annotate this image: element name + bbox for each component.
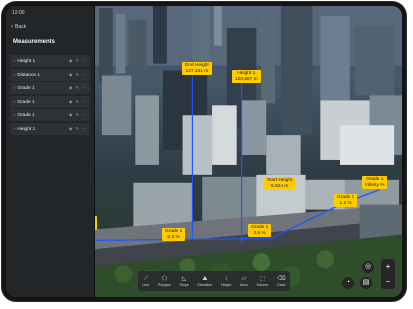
grade-a-title: Grade 1 bbox=[337, 195, 355, 200]
list-item[interactable]: › Grade 1 ◉ ✎ ⋯ bbox=[10, 109, 90, 121]
tool-slope[interactable]: ◺ Slope bbox=[180, 276, 189, 287]
grade-c-value: 0.3 % bbox=[167, 234, 180, 240]
chevron-right-icon: › bbox=[14, 71, 16, 77]
chevron-right-icon: › bbox=[14, 58, 16, 63]
list-item[interactable]: › Grade 1 ◉ ✎ ⋯ bbox=[10, 95, 90, 108]
tool-label: Area bbox=[240, 282, 248, 287]
list-item[interactable]: › Grade 1 ◉ ✎ ⋯ bbox=[10, 82, 90, 94]
compass-button[interactable]: ◔ bbox=[342, 277, 354, 289]
grade-label-c[interactable]: Grade 1 0.3 % bbox=[162, 228, 186, 242]
height-icon: ↕ bbox=[224, 275, 228, 282]
grade-b-value: Infinity % bbox=[365, 182, 385, 188]
tool-label: Elevation bbox=[197, 282, 213, 287]
list-item[interactable]: › Height 1 ◉ ✎ ⋯ bbox=[10, 55, 90, 67]
measurements-panel: 12:00 ‹ Back Measurements › Height 1 ◉ ✎ ⋯ … bbox=[6, 6, 95, 297]
slope-icon: ◺ bbox=[181, 275, 187, 282]
height1-label[interactable]: Height 1 120.667 m bbox=[232, 70, 261, 84]
3d-city-view[interactable]: End Height 127.331 m Height 1 120.667 m … bbox=[94, 6, 402, 297]
chevron-right-icon: › bbox=[14, 85, 16, 90]
chevron-right-icon: › bbox=[14, 98, 16, 104]
tool-clear[interactable]: ⌫ Clear bbox=[277, 276, 286, 287]
back-button[interactable]: ‹ Back bbox=[11, 24, 26, 30]
status-time: 12:00 bbox=[12, 10, 25, 16]
zoom-out-button[interactable]: − bbox=[381, 274, 395, 289]
item-actions-icons[interactable]: ◉ ✎ ⋯ bbox=[69, 109, 87, 121]
grade-c-title: Grade 1 bbox=[165, 229, 183, 234]
list-item[interactable]: › Height 1 ◉ ✎ ⋯ bbox=[10, 122, 90, 135]
item-actions-icons[interactable]: ◉ ✎ ⋯ bbox=[69, 96, 87, 108]
tool-line[interactable]: ⟋ Line bbox=[142, 276, 149, 287]
height1-value: 120.667 m bbox=[235, 76, 258, 82]
tool-height[interactable]: ↕ Height bbox=[221, 276, 231, 287]
measurement-label: Grade 1 bbox=[17, 86, 35, 91]
height1-title: Height 1 bbox=[237, 71, 256, 76]
item-actions-icons[interactable]: ◉ ✎ ⋯ bbox=[69, 82, 87, 94]
measurement-list: › Height 1 ◉ ✎ ⋯ › Distance 1 ◉ ✎ ⋯ › Grade 1… bbox=[10, 55, 90, 136]
grade-label-d[interactable]: Grade 1 2.6 % bbox=[248, 224, 272, 238]
item-actions-icons[interactable]: ◉ ✎ ⋯ bbox=[69, 69, 87, 81]
item-actions-icons[interactable]: ◉ ✎ ⋯ bbox=[69, 55, 87, 67]
city-scene bbox=[94, 6, 402, 297]
tool-volume[interactable]: ⬚ Volume bbox=[256, 276, 268, 287]
elevation-icon: ⛰ bbox=[202, 275, 208, 282]
item-actions-icons[interactable]: ◉ ✎ ⋯ bbox=[69, 123, 87, 135]
screen: End Height 127.331 m Height 1 120.667 m … bbox=[6, 6, 402, 297]
list-item[interactable]: › Distance 1 ◉ ✎ ⋯ bbox=[10, 68, 90, 81]
start-height-value: 6.624 m bbox=[271, 183, 289, 189]
tool-label: Line bbox=[142, 282, 150, 287]
measurement-label: Height 1 bbox=[17, 59, 36, 64]
grade-b-title: Grade 1 bbox=[366, 177, 384, 182]
grade-label-a[interactable]: Grade 1 1.2 % bbox=[334, 194, 358, 208]
end-height-label[interactable]: End Height 127.331 m bbox=[182, 62, 212, 76]
zoom-control: + − bbox=[381, 259, 395, 289]
tool-label: Slope bbox=[179, 282, 189, 287]
chevron-right-icon: › bbox=[14, 125, 16, 131]
tool-area[interactable]: ▱ Area bbox=[240, 276, 248, 287]
measure-toolbar: ⟋ Line ⬠ Polygon ◺ Slope ⛰ Elevation ↕ Height… bbox=[138, 271, 290, 291]
measurement-label: Height 1 bbox=[17, 126, 36, 132]
end-height-title: End Height bbox=[185, 63, 209, 68]
chevron-right-icon: › bbox=[14, 112, 16, 117]
layers-button[interactable]: ▤ bbox=[360, 277, 372, 289]
measurement-label: Distance 1 bbox=[17, 72, 41, 78]
grade-a-value: 1.2 % bbox=[339, 200, 352, 206]
tool-elevation[interactable]: ⛰ Elevation bbox=[197, 276, 212, 287]
grade-d-value: 2.6 % bbox=[253, 230, 266, 236]
polygon-icon: ⬠ bbox=[161, 275, 167, 282]
measurement-label: Grade 1 bbox=[17, 99, 35, 105]
zoom-in-button[interactable]: + bbox=[381, 259, 395, 274]
area-icon: ▱ bbox=[241, 275, 247, 282]
tablet-frame: End Height 127.331 m Height 1 120.667 m … bbox=[2, 2, 406, 301]
volume-icon: ⬚ bbox=[259, 275, 266, 282]
tool-polygon[interactable]: ⬠ Polygon bbox=[158, 276, 171, 287]
location-button[interactable]: ◎ bbox=[362, 261, 374, 273]
tool-label: Polygon bbox=[157, 282, 171, 287]
end-height-value: 127.331 m bbox=[185, 68, 209, 74]
chevron-left-icon: ‹ bbox=[11, 24, 13, 30]
line-icon: ⟋ bbox=[143, 275, 148, 282]
start-height-label[interactable]: Start Height 6.624 m bbox=[264, 177, 296, 191]
layers-icon: ▤ bbox=[362, 279, 370, 286]
target-icon: ◎ bbox=[364, 263, 372, 270]
tool-label: Height bbox=[220, 282, 232, 287]
compass-icon: ◔ bbox=[345, 279, 351, 286]
panel-title: Measurements bbox=[13, 39, 56, 45]
clear-icon: ⌫ bbox=[277, 275, 286, 282]
tool-label: Volume bbox=[256, 282, 269, 287]
grade-d-title: Grade 1 bbox=[251, 225, 269, 230]
tool-label: Clear bbox=[277, 282, 286, 287]
back-label: Back bbox=[15, 24, 27, 30]
measurement-label: Grade 1 bbox=[17, 113, 35, 118]
grade-label-b[interactable]: Grade 1 Infinity % bbox=[362, 176, 388, 190]
start-height-title: Start Height bbox=[267, 178, 293, 183]
